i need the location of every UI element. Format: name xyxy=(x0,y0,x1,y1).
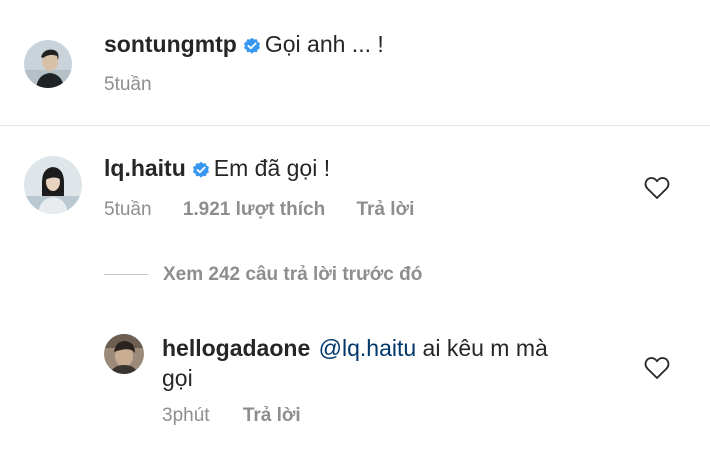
reply-mention[interactable]: @lq.haitu xyxy=(319,335,417,361)
comment-likes[interactable]: 1.921 lượt thích xyxy=(183,199,325,220)
view-replies-divider xyxy=(104,274,148,275)
avatar-sontungmtp[interactable] xyxy=(24,40,72,88)
verified-badge-icon xyxy=(192,161,210,179)
reply-username[interactable]: hellogadaone xyxy=(162,335,310,361)
heart-outline-icon[interactable] xyxy=(644,176,670,200)
heart-outline-icon[interactable] xyxy=(644,356,670,380)
avatar-hellogadaone[interactable] xyxy=(104,334,144,374)
caption-line: sontungmtp Gọi anh ... ! xyxy=(104,30,384,58)
comment-text: Em đã gọi ! xyxy=(213,155,331,181)
comment-reply-button[interactable]: Trả lời xyxy=(356,199,414,220)
avatar-lq-haitu[interactable] xyxy=(24,156,82,214)
reply-time[interactable]: 3phút xyxy=(162,405,210,426)
comment-username[interactable]: lq.haitu xyxy=(104,155,186,181)
comment-line: lq.haitu Em đã gọi ! xyxy=(104,154,330,182)
caption-text: Gọi anh ... ! xyxy=(264,31,384,57)
view-replies-label: Xem 242 câu trả lời trước đó xyxy=(163,264,423,285)
reply-line-1: hellogadaone @lq.haitu ai kêu m mà xyxy=(162,334,548,362)
caption-username[interactable]: sontungmtp xyxy=(104,31,237,57)
view-replies-button[interactable]: Xem 242 câu trả lời trước đó xyxy=(163,263,422,287)
avatar-image xyxy=(104,334,144,374)
reply-meta: 3phút Trả lời xyxy=(162,404,301,428)
verified-badge-icon xyxy=(243,37,261,55)
comment-meta: 5tuần 1.921 lượt thích Trả lời xyxy=(104,198,414,222)
reply-text-line1: ai kêu m mà xyxy=(422,335,548,361)
caption-divider xyxy=(0,125,710,126)
avatar-image xyxy=(24,156,82,214)
reply-text-line2: gọi xyxy=(162,365,193,391)
avatar-image xyxy=(24,40,72,88)
comment-time[interactable]: 5tuần xyxy=(104,199,152,220)
caption-time[interactable]: 5tuần xyxy=(104,74,152,95)
caption-meta: 5tuần xyxy=(104,73,152,97)
reply-reply-button[interactable]: Trả lời xyxy=(243,405,301,426)
reply-line-2: gọi xyxy=(162,364,193,392)
